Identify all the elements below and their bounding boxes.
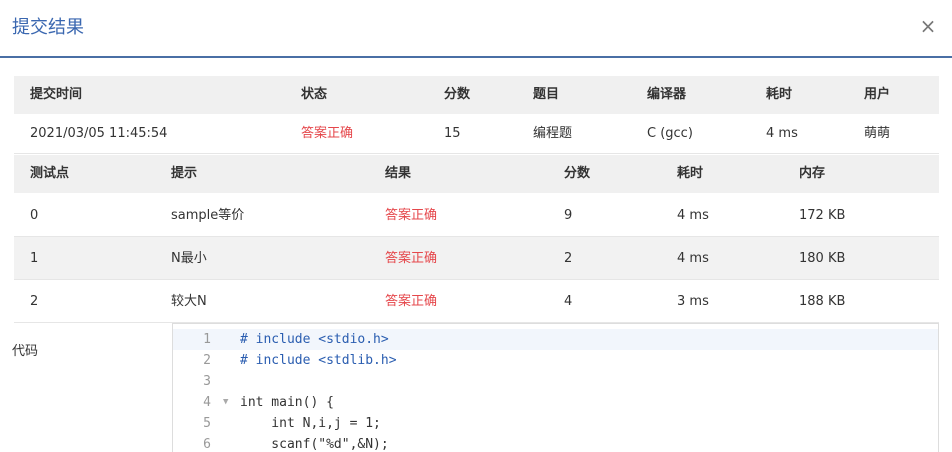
submit-time: 2021/03/05 11:45:54 xyxy=(30,126,168,141)
line-number: 1 xyxy=(203,332,211,347)
col-header-result: 结果 xyxy=(385,166,412,181)
code-text: scanf("%d",&N); xyxy=(240,437,389,452)
col-header-tc-score: 分数 xyxy=(564,166,591,181)
fold-arrow-icon[interactable]: ▼ xyxy=(223,392,228,413)
summary-row: 2021/03/05 11:45:54 答案正确 15 编程题 C (gcc) … xyxy=(14,114,939,154)
compiler-name: C (gcc) xyxy=(647,126,693,141)
elapsed-time: 4 ms xyxy=(766,126,798,141)
testcase-score: 2 xyxy=(564,251,573,266)
testcase-header-row: 测试点 提示 结果 分数 耗时 内存 xyxy=(14,155,939,193)
submission-status: 答案正确 xyxy=(301,126,354,141)
col-header-elapsed: 耗时 xyxy=(766,87,793,102)
testcase-memory: 180 KB xyxy=(799,251,846,266)
code-text: # include <stdlib.h> xyxy=(240,353,397,368)
testcase-time: 4 ms xyxy=(677,208,709,223)
line-number: 5 xyxy=(203,416,211,431)
line-number: 6 xyxy=(203,437,211,452)
col-header-testcase: 测试点 xyxy=(30,166,70,181)
col-header-problem: 题目 xyxy=(533,87,560,102)
col-header-score: 分数 xyxy=(444,87,471,102)
code-line: 1 # include <stdio.h> xyxy=(173,329,938,350)
modal-title: 提交结果 xyxy=(12,17,84,38)
modal-header: 提交结果 × xyxy=(0,0,952,58)
col-header-submit-time: 提交时间 xyxy=(30,87,83,102)
testcase-hint: N最小 xyxy=(171,251,207,266)
testcase-result: 答案正确 xyxy=(385,294,438,309)
col-header-user: 用户 xyxy=(864,87,891,102)
code-text: # include <stdio.h> xyxy=(240,332,389,347)
testcase-memory: 188 KB xyxy=(799,294,846,309)
code-line: 4 ▼ int main() { xyxy=(173,392,938,413)
testcase-hint: 较大N xyxy=(171,294,207,309)
line-number: 4 xyxy=(203,395,211,410)
table-row: 2 较大N 答案正确 4 3 ms 188 KB xyxy=(14,280,939,323)
table-row: 0 sample等价 答案正确 9 4 ms 172 KB xyxy=(14,194,939,237)
line-number: 2 xyxy=(203,353,211,368)
code-text: int N,i,j = 1; xyxy=(240,416,381,431)
code-line: 3 xyxy=(173,371,938,392)
summary-header-row: 提交时间 状态 分数 题目 编译器 耗时 用户 xyxy=(14,76,939,114)
testcase-id: 1 xyxy=(30,251,39,266)
submission-score: 15 xyxy=(444,126,461,141)
testcase-time: 4 ms xyxy=(677,251,709,266)
code-line: 2 # include <stdlib.h> xyxy=(173,350,938,371)
table-row: 1 N最小 答案正确 2 4 ms 180 KB xyxy=(14,237,939,280)
close-icon[interactable]: × xyxy=(918,14,938,38)
testcase-time: 3 ms xyxy=(677,294,709,309)
testcase-score: 4 xyxy=(564,294,573,309)
col-header-tc-time: 耗时 xyxy=(677,166,704,181)
testcase-result: 答案正确 xyxy=(385,251,438,266)
testcase-result: 答案正确 xyxy=(385,208,438,223)
col-header-memory: 内存 xyxy=(799,166,826,181)
col-header-compiler: 编译器 xyxy=(647,87,687,102)
code-viewer[interactable]: 1 # include <stdio.h> 2 # include <stdli… xyxy=(172,323,939,452)
col-header-hint: 提示 xyxy=(171,166,198,181)
code-text: int main() { xyxy=(240,395,334,410)
testcase-id: 0 xyxy=(30,208,39,223)
testcase-score: 9 xyxy=(564,208,573,223)
user-name: 萌萌 xyxy=(864,126,891,141)
code-line: 6 scanf("%d",&N); xyxy=(173,434,938,452)
testcase-memory: 172 KB xyxy=(799,208,846,223)
problem-name: 编程题 xyxy=(533,126,573,141)
testcase-id: 2 xyxy=(30,294,39,309)
code-label: 代码 xyxy=(12,344,39,359)
testcase-hint: sample等价 xyxy=(171,208,245,223)
code-line: 5 int N,i,j = 1; xyxy=(173,413,938,434)
line-number: 3 xyxy=(203,374,211,389)
col-header-status: 状态 xyxy=(301,87,328,102)
